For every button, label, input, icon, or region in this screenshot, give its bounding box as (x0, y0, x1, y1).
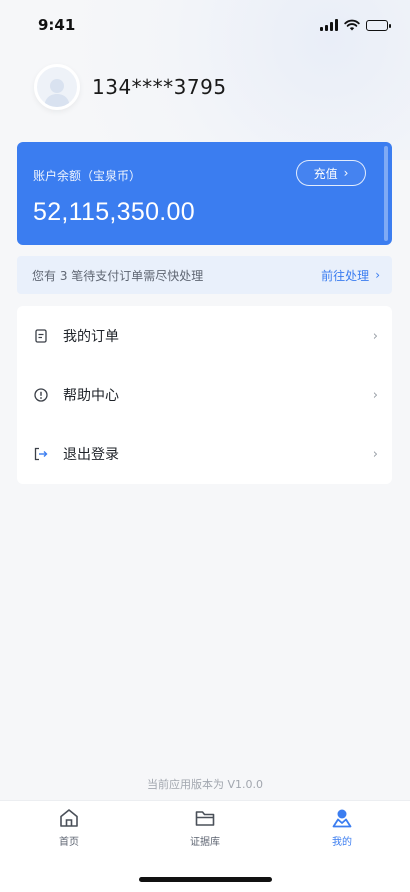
menu-item-help-center[interactable]: 帮助中心 › (17, 370, 392, 420)
profile-icon (332, 809, 352, 828)
pending-orders-notice[interactable]: 您有 3 笔待支付订单需尽快处理 前往处理 › (17, 256, 392, 294)
tab-label: 证据库 (190, 837, 220, 848)
status-time: 9:41 (38, 16, 76, 34)
tab-mine[interactable]: 我的 (302, 807, 382, 848)
recharge-button[interactable]: 充值 › (296, 160, 366, 186)
chevron-right-icon: › (375, 268, 380, 282)
cellular-signal-icon (320, 19, 338, 31)
balance-label: 账户余额（宝泉币） (33, 169, 142, 183)
chevron-right-icon: › (343, 166, 349, 180)
notice-action-link[interactable]: 前往处理 › (321, 267, 380, 284)
chevron-right-icon: › (372, 328, 378, 344)
menu-item-label: 退出登录 (63, 447, 119, 463)
menu-item-label: 我的订单 (63, 329, 119, 345)
wifi-icon (344, 19, 360, 31)
tab-home[interactable]: 首页 (29, 807, 109, 848)
recharge-label: 充值 (313, 166, 338, 181)
notice-text: 您有 3 笔待支付订单需尽快处理 (32, 268, 204, 283)
menu-item-logout[interactable]: 退出登录 › (17, 429, 392, 479)
battery-icon (366, 19, 391, 31)
status-bar: 9:41 (0, 0, 410, 50)
chevron-right-icon: › (372, 446, 378, 462)
logout-icon (34, 447, 48, 461)
home-indicator (139, 877, 272, 882)
info-icon (34, 388, 48, 402)
balance-amount: 52,115,350.00 (33, 198, 195, 226)
notice-action-label: 前往处理 (321, 268, 370, 283)
menu-item-label: 帮助中心 (63, 388, 119, 404)
balance-card: 账户余额（宝泉币） 52,115,350.00 充值 › (17, 142, 392, 245)
user-avatar-icon[interactable] (34, 64, 80, 110)
app-version: 当前应用版本为 V1.0.0 (146, 778, 263, 791)
chevron-right-icon: › (372, 387, 378, 403)
menu-card: 我的订单 › 帮助中心 › 退出登录 › (17, 306, 392, 484)
profile-header: 134****3795 (34, 64, 227, 110)
tab-label: 首页 (59, 837, 79, 848)
tab-label: 我的 (332, 837, 352, 848)
document-icon (34, 329, 48, 343)
menu-item-my-orders[interactable]: 我的订单 › (17, 311, 392, 361)
status-icons (320, 19, 391, 31)
folder-icon (195, 811, 215, 826)
tab-evidence-library[interactable]: 证据库 (165, 807, 245, 848)
user-phone: 134****3795 (92, 75, 227, 99)
home-icon (60, 809, 78, 827)
